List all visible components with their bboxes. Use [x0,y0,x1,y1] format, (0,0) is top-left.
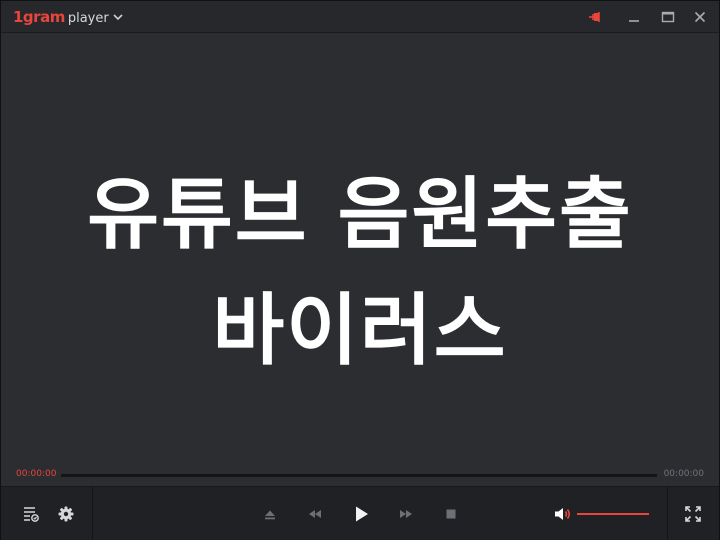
current-time: 00:00:00 [16,469,57,479]
gear-icon[interactable] [55,503,77,525]
seek-row: 00:00:00 00:00:00 [1,465,719,485]
pin-icon[interactable] [586,8,604,26]
fullscreen-icon[interactable] [682,503,704,525]
control-bar [1,486,719,540]
stop-icon[interactable] [440,503,462,525]
fast-forward-icon[interactable] [395,503,417,525]
eject-icon[interactable] [259,503,281,525]
rewind-icon[interactable] [304,503,326,525]
total-time: 00:00:00 [663,469,704,479]
logo-brand: 1gram [13,8,65,26]
minimize-icon[interactable] [625,8,643,26]
volume-slider-fill [577,513,649,515]
control-divider-right [667,487,668,540]
maximize-icon[interactable] [659,8,677,26]
logo-product: player [67,11,109,26]
player-window: 1gram player 유튜브 음원추출 바이러스 00:00:00 00:0… [0,0,720,540]
title-bar[interactable]: 1gram player [1,1,719,33]
volume-slider[interactable] [577,513,649,515]
control-divider-left [92,487,93,540]
playlist-icon[interactable] [20,503,42,525]
chevron-down-icon[interactable] [111,9,125,23]
speaker-icon[interactable] [552,503,574,525]
close-icon[interactable] [691,8,709,26]
play-icon[interactable] [350,503,372,525]
seek-bar[interactable] [61,474,657,477]
video-area[interactable]: 유튜브 음원추출 바이러스 [1,33,719,465]
app-logo: 1gram player [13,8,109,26]
subtitle-line-2: 바이러스 [212,286,508,376]
subtitle-line-1: 유튜브 음원추출 [87,170,633,260]
